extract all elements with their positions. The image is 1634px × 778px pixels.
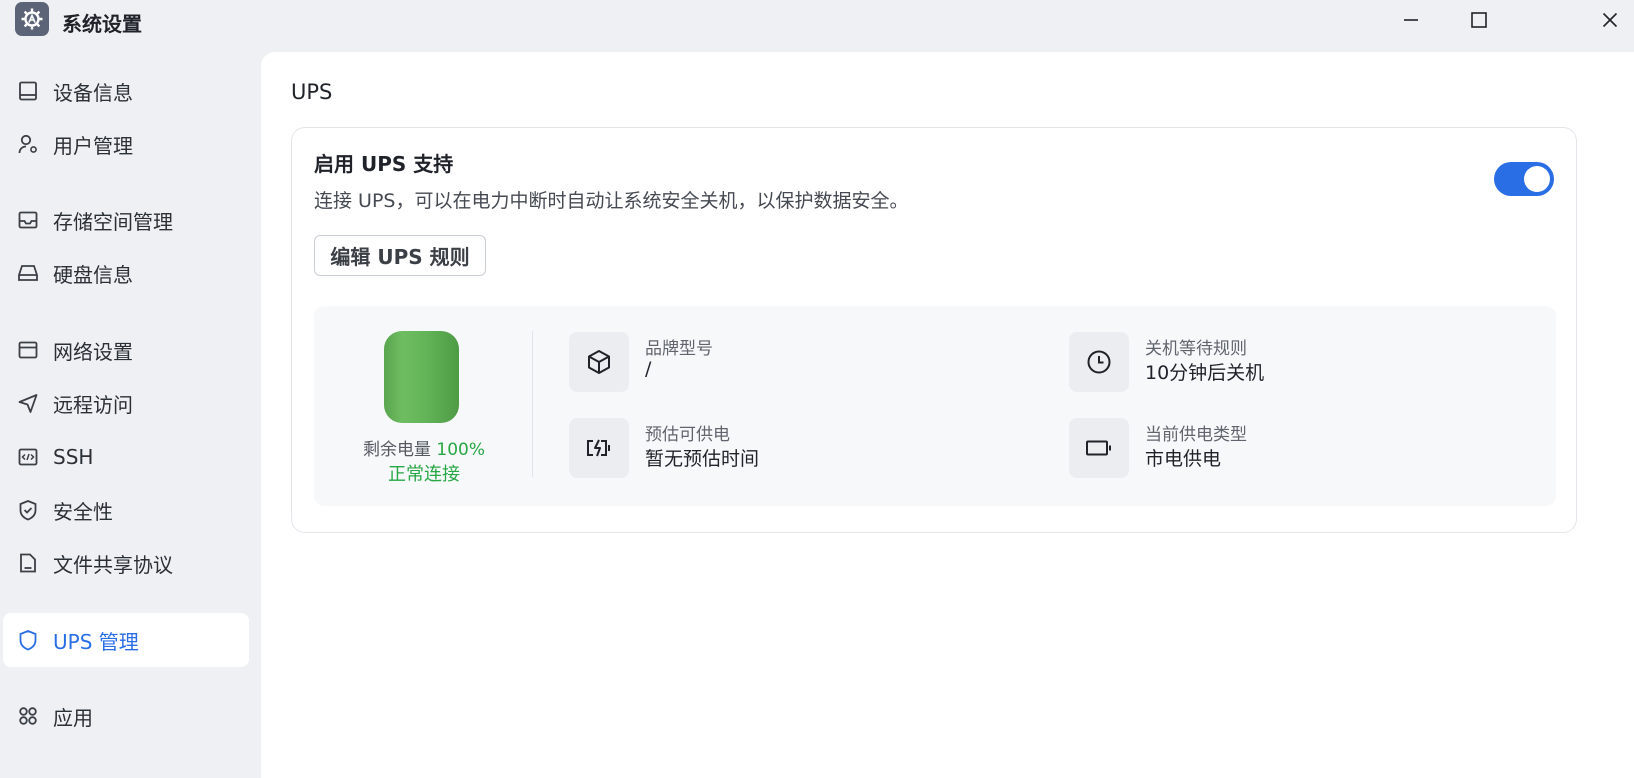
close-icon xyxy=(1602,12,1618,28)
sidebar-item-ups[interactable]: UPS 管理 xyxy=(3,613,249,667)
sidebar-item-apps[interactable]: 应用 xyxy=(3,689,249,743)
network-icon xyxy=(15,337,41,363)
info-label: 当前供电类型 xyxy=(1145,425,1247,445)
clock-icon xyxy=(1069,332,1129,392)
send-icon xyxy=(15,390,41,416)
ups-status-panel: 剩余电量 100% 正常连接 品牌型号 / 关机等待规则 10分钟后关机 预估可… xyxy=(314,306,1556,506)
card-description: 连接 UPS，可以在电力中断时自动让系统安全关机，以保护数据安全。 xyxy=(314,190,909,212)
code-icon xyxy=(15,444,41,470)
title-bar: 系统设置 xyxy=(0,0,1634,46)
sidebar-item-security[interactable]: 安全性 xyxy=(3,483,249,537)
info-power-source: 当前供电类型 市电供电 xyxy=(1069,418,1469,478)
sidebar-item-label: 硬盘信息 xyxy=(53,262,133,287)
card-title: 启用 UPS 支持 xyxy=(314,152,454,176)
maximize-icon xyxy=(1471,12,1487,28)
sidebar-item-label: 用户管理 xyxy=(53,133,133,158)
battery-level-indicator xyxy=(384,331,459,423)
sidebar-item-label: 应用 xyxy=(53,705,93,730)
info-label: 预估可供电 xyxy=(645,425,730,445)
main-panel: UPS 启用 UPS 支持 连接 UPS，可以在电力中断时自动让系统安全关机，以… xyxy=(261,52,1634,778)
close-button[interactable] xyxy=(1588,4,1632,36)
sidebar-item-label: 安全性 xyxy=(53,499,113,524)
sidebar-item-device-info[interactable]: 设备信息 xyxy=(3,64,249,118)
battery-outline-icon xyxy=(1069,418,1129,478)
info-shutdown-rule: 关机等待规则 10分钟后关机 xyxy=(1069,332,1469,392)
sidebar-item-disk-info[interactable]: 硬盘信息 xyxy=(3,246,249,300)
maximize-button[interactable] xyxy=(1457,4,1501,36)
info-estimated-runtime: 预估可供电 暂无预估时间 xyxy=(569,418,969,478)
battery-label: 剩余电量 xyxy=(362,440,431,460)
info-label: 品牌型号 xyxy=(645,339,713,359)
battery-remaining: 剩余电量 100% xyxy=(336,435,512,460)
user-settings-icon xyxy=(15,131,41,157)
ups-support-toggle[interactable] xyxy=(1494,162,1554,196)
info-label: 关机等待规则 xyxy=(1145,339,1247,359)
sidebar-item-label: 设备信息 xyxy=(53,80,133,105)
sidebar-item-label: 存储空间管理 xyxy=(53,209,173,234)
box-icon xyxy=(569,332,629,392)
edit-ups-rules-button[interactable]: 编辑 UPS 规则 xyxy=(314,235,486,276)
sidebar-item-file-share[interactable]: 文件共享协议 xyxy=(3,536,249,590)
apps-grid-icon xyxy=(15,703,41,729)
info-value: 10分钟后关机 xyxy=(1145,362,1265,384)
connection-status: 正常连接 xyxy=(388,464,460,485)
gear-icon xyxy=(15,2,49,36)
info-value: / xyxy=(645,358,652,380)
window-title: 系统设置 xyxy=(62,12,142,36)
sidebar-item-label: 远程访问 xyxy=(53,392,133,417)
minimize-icon xyxy=(1404,19,1418,21)
inbox-icon xyxy=(15,207,41,233)
sidebar-item-label: 网络设置 xyxy=(53,339,133,364)
harddisk-icon xyxy=(15,260,41,286)
sidebar-item-user-management[interactable]: 用户管理 xyxy=(3,117,249,171)
battery-percent: 100% xyxy=(436,440,485,460)
sidebar-item-network[interactable]: 网络设置 xyxy=(3,323,249,377)
sidebar-item-storage[interactable]: 存储空间管理 xyxy=(3,193,249,247)
sidebar-item-remote-access[interactable]: 远程访问 xyxy=(3,376,249,430)
device-icon xyxy=(15,78,41,104)
page-title: UPS xyxy=(291,80,333,104)
minimize-button[interactable] xyxy=(1389,4,1433,36)
sidebar-item-label: SSH xyxy=(53,445,94,469)
shield-icon xyxy=(15,627,41,653)
toggle-knob xyxy=(1524,166,1550,192)
sidebar-item-label: 文件共享协议 xyxy=(53,552,173,577)
shield-check-icon xyxy=(15,497,41,523)
file-share-icon xyxy=(15,550,41,576)
battery-charging-icon xyxy=(569,418,629,478)
sidebar-item-label: UPS 管理 xyxy=(53,629,139,654)
sidebar-item-ssh[interactable]: SSH xyxy=(3,430,249,484)
info-brand-model: 品牌型号 / xyxy=(569,332,969,392)
info-value: 市电供电 xyxy=(1145,448,1222,470)
info-value: 暂无预估时间 xyxy=(645,448,760,470)
divider xyxy=(532,331,533,477)
ups-settings-card: 启用 UPS 支持 连接 UPS，可以在电力中断时自动让系统安全关机，以保护数据… xyxy=(291,127,1577,533)
